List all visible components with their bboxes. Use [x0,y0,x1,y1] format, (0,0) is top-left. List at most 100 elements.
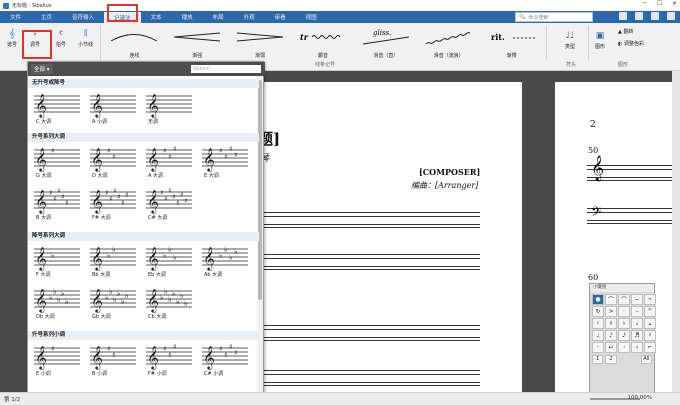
key-option[interactable]: 𝄞 ♯ G 大调 [32,142,88,184]
svg-text:♯: ♯ [113,187,116,195]
graphic-button[interactable]: ▣ 图形 [594,29,606,50]
key-option[interactable]: 𝄞 ♭ F 大调 [32,241,88,283]
tab-view[interactable]: 视图 [296,11,327,23]
gallery-search-input[interactable]: Search [191,65,261,73]
save-icon[interactable] [619,12,627,20]
line-gliss-straight[interactable]: gliss. 滑音（直） [354,25,417,60]
keypad-key[interactable]: 𝄽 [644,330,656,341]
help-icon[interactable] [667,12,675,20]
time-signature-button[interactable]: 𝄴 拍号 [55,27,67,48]
key-option[interactable]: 𝄞 无调 [144,88,200,130]
keypad-key[interactable]: > [605,306,617,317]
clef-button[interactable]: 𝄞 谱号 [6,27,18,48]
score-arranger[interactable]: 编曲：[Arranger] [411,180,478,191]
line-label: 渐强 [192,53,203,59]
keypad-key[interactable]: ♮ [592,318,604,329]
tab-review[interactable]: 审看 [265,11,296,23]
key-option[interactable]: 𝄞 ♭ ♭ ♭ ♭ ♭ ♭ Gb 大调 [88,283,144,325]
keypad-key[interactable]: 𝄿 [631,342,643,353]
keypad-key[interactable]: ↵ [605,342,617,353]
key-g-major-icon: 𝄞 ♯ [34,147,80,172]
keypad-key[interactable]: ↻ [592,306,604,317]
keypad-key[interactable]: ⌣ [631,294,643,305]
key-label: A 大调 [148,173,164,179]
staff-bass[interactable] [236,254,480,270]
tab-layout[interactable]: 布局 [203,11,234,23]
keypad-key[interactable]: ♬ [631,330,643,341]
zoom-level[interactable]: 100.00% [628,395,652,401]
key-label: C# 小调 [204,371,224,377]
keypad-key[interactable]: · [618,306,630,317]
key-option[interactable]: 𝄞 ♭ ♭ Bb 大调 [88,241,144,283]
redo-icon[interactable] [651,12,659,20]
tab-note-input[interactable]: 音符输入 [62,11,104,23]
minimize-icon[interactable]: ─ [643,0,647,7]
keypad-key[interactable]: ♭ [618,318,630,329]
keypad-key[interactable]: ● [592,294,604,305]
key-row: 𝄞 ♯ E 小调 𝄞 ♯ ♯ B 小调 𝄞 ♯ ♯ ♯ F# 小调 𝄞 ♯ ♯ ♯ ♯ C# 小调 [28,340,259,382]
keypad-key[interactable]: 𝄾 [618,342,630,353]
keypad-tab-1[interactable]: 1 [592,355,604,364]
flip-label: 翻转 [623,29,634,35]
key-option[interactable]: 𝄞 ♯ ♯ B 小调 [88,340,144,382]
staff-treble[interactable] [236,325,480,341]
notehead-type-button[interactable]: ♩♩ 类型 [564,29,576,50]
staff-treble[interactable] [236,212,480,228]
key-option[interactable]: 𝄞 ♭ ♭ ♭ Eb 大调 [144,241,200,283]
key-option[interactable]: 𝄞 ♯ ♯ ♯ ♯ ♯ B 大调 [32,184,88,226]
key-option[interactable]: 𝄞 C 大调 [32,88,88,130]
tab-appearance[interactable]: 外观 [234,11,265,23]
key-option[interactable]: 𝄞 ♯ ♯ ♯ ♯ ♯ ♯ F# 大调 [88,184,144,226]
tab-home[interactable]: 主页 [31,11,62,23]
keypad-key[interactable]: ♩ [592,330,604,341]
rit-icon: rit. [491,32,535,42]
keypad-key[interactable]: ⌒ [618,294,630,305]
key-option[interactable]: 𝄞 ♭ ♭ ♭ ♭ ♭ ♭ ♭ Cb 大调 [144,283,200,325]
close-icon[interactable]: ✕ [672,0,677,7]
key-option[interactable]: 𝄞 A 小调 [88,88,144,130]
line-crescendo[interactable]: 渐强 [166,25,229,60]
line-diminuendo[interactable]: 渐弱 [229,25,292,60]
line-rit[interactable]: rit. 渐慢 [480,25,543,60]
key-option[interactable]: 𝄞 ♯ ♯ ♯ ♯ ♯ ♯ ♯ C# 大调 [144,184,200,226]
keypad-key[interactable]: ⌒ [605,294,617,305]
svg-text:♭: ♭ [125,291,129,300]
keypad-tab-2[interactable]: 2 [605,355,617,364]
key-option[interactable]: 𝄞 ♯ ♯ ♯ A 大调 [144,142,200,184]
key-option[interactable]: 𝄞 ♯ ♯ ♯ ♯ C# 小调 [200,340,256,382]
keypad-key[interactable]: 𝄐 [644,294,656,305]
key-option[interactable]: 𝄞 ♯ ♯ ♯ ♯ E 大调 [200,142,256,184]
key-option[interactable]: 𝄞 ♭ ♭ ♭ ♭ ♭ Db 大调 [32,283,88,325]
keypad-key[interactable]: ^ [644,306,656,317]
score-composer[interactable]: [COMPOSER] [419,167,480,177]
key-option[interactable]: 𝄞 ♯ ♯ D 大调 [88,142,144,184]
keypad-key[interactable]: ♪ [605,330,617,341]
keypad-key[interactable]: · [592,342,604,353]
keypad-key[interactable]: 𝅝 [644,318,656,329]
line-trill[interactable]: tr 颤音 [292,25,355,60]
keypad-key[interactable]: 𝅗𝅥 [631,318,643,329]
key-option[interactable]: 𝄞 ♯ E 小调 [32,340,88,382]
tab-play[interactable]: 播放 [172,11,203,23]
svg-text:♯: ♯ [164,195,167,203]
command-search-input[interactable]: 🔍 命令搜索 [515,12,593,22]
key-option[interactable]: 𝄞 ♯ ♯ ♯ F# 小调 [144,340,200,382]
barline-button[interactable]: 𝄂 小节线 [78,27,93,48]
flip-button[interactable]: ▲ 翻转 [618,28,633,35]
keypad-key[interactable]: ♯ [605,318,617,329]
keypad-key[interactable]: ⌐ [644,342,656,353]
vertical-scrollbar[interactable] [672,71,680,392]
filter-dropdown[interactable]: 全部 ▾ [31,64,53,74]
maximize-icon[interactable]: ☐ [657,0,662,7]
key-option[interactable]: 𝄞 ♭ ♭ ♭ ♭ Ab 大调 [200,241,256,283]
tab-text[interactable]: 文本 [141,11,172,23]
keypad-key[interactable]: – [631,306,643,317]
color-button[interactable]: ◐ 调整色彩 [618,40,644,47]
staff-bass[interactable] [236,370,480,386]
line-gliss-wavy[interactable]: 滑音（波浪） [417,25,480,60]
keypad-key[interactable]: 𝅘𝅥𝅯 [618,330,630,341]
line-slur[interactable]: 连线 [103,25,166,60]
keypad-tab-all[interactable]: All [640,355,652,364]
tab-file[interactable]: 文件 [0,11,31,23]
undo-icon[interactable] [635,12,643,20]
